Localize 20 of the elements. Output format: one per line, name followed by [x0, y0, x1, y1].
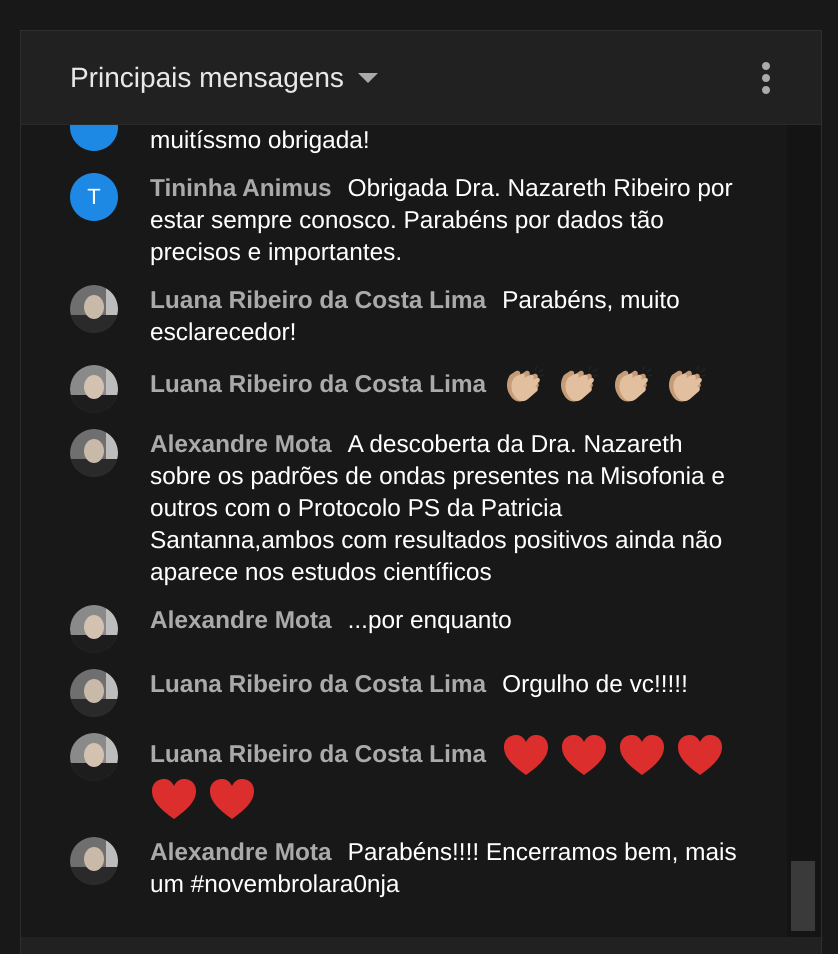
chat-message: Alexandre Mota ...por enquanto	[150, 606, 512, 636]
chat-message: muitíssmo obrigada!	[150, 126, 371, 156]
heart-icon	[560, 733, 608, 777]
chat-message: Tininha Animus Obrigada Dra. Nazareth Ribeiro por estar sempre conosco. Parabéns por dados tão precisos e importantes.	[150, 174, 734, 268]
avatar: T	[70, 173, 118, 221]
author-name[interactable]: Luana Ribeiro da Costa Lima	[150, 369, 486, 401]
caret-icon	[358, 72, 378, 82]
author-name[interactable]: Luana Ribeiro da Costa Lima	[150, 739, 486, 771]
heart-icon	[502, 733, 550, 777]
chat-message: Luana Ribeiro da Costa Lima Parabéns, muito esclarecedor!	[150, 286, 681, 348]
heart-icon	[618, 733, 666, 777]
heart-icon	[150, 777, 198, 821]
chat-message: Alexandre Mota Parabéns!!!! Encerramos bem, mais um #novembrolara0nja	[150, 838, 738, 900]
view-dropdown[interactable]: Principais mensagens	[70, 62, 378, 94]
heart-icon	[676, 733, 724, 777]
more-icon[interactable]	[761, 60, 771, 94]
chat-message: Luana Ribeiro da Costa Lima Orgulho de vc!!!!!	[150, 670, 688, 700]
scrollbar-thumb[interactable]	[791, 861, 815, 931]
chat-message: Alexandre Mota A descoberta da Dra. Nazareth sobre os padrões de ondas presentes na Misofonia e outros com o Protocolo PS da Patricia Santanna,ambos com resultados positivos ainda não aparece nos estudos científicos	[150, 430, 726, 588]
heart-icon	[208, 777, 256, 821]
